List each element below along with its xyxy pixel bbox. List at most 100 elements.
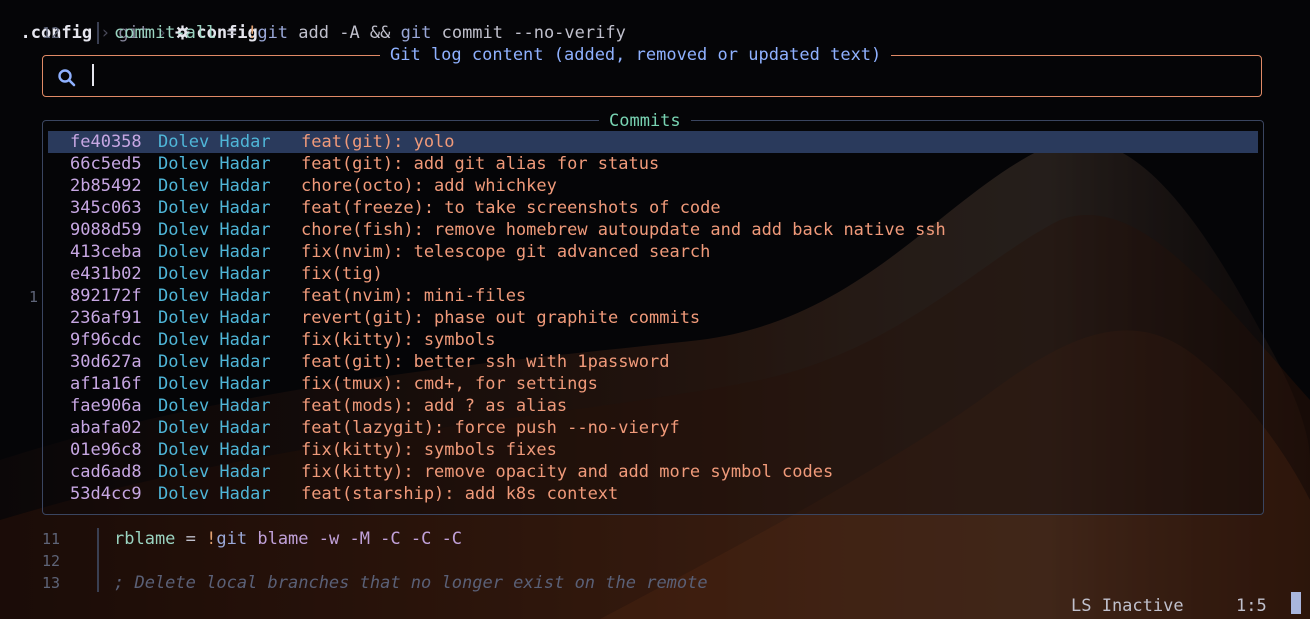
commit-author: Dolev Hadar [158, 374, 271, 394]
commit-hash: 01e96c8 [70, 440, 142, 460]
commit-row[interactable]: 9088d59 Dolev Hadar chore(fish): remove ho… [48, 219, 1258, 241]
line-number: 12 [41, 552, 60, 570]
line-number: 11 [41, 530, 60, 548]
commit-message: feat(mods): add ? as alias [301, 396, 568, 416]
commit-hash: fe40358 [70, 132, 142, 152]
lsp-status: LS Inactive [1071, 596, 1184, 616]
commit-message: fix(kitty): remove opacity and add more … [301, 462, 834, 482]
commit-author: Dolev Hadar [158, 242, 271, 262]
commit-hash: e431b02 [70, 264, 142, 284]
commit-message: feat(freeze): to take screenshots of cod… [301, 198, 721, 218]
commit-row[interactable]: af1a16f Dolev Hadar fix(tmux): cmd+, for s… [48, 373, 1258, 395]
commit-hash: 30d627a [70, 352, 142, 372]
commit-hash: 413ceba [70, 242, 142, 262]
code-comment[interactable]: ; Delete local branches that no longer e… [114, 572, 708, 594]
commit-row[interactable]: 236af91 Dolev Hadar revert(git): phase out… [48, 307, 1258, 329]
search-icon [58, 69, 76, 87]
commit-author: Dolev Hadar [158, 132, 271, 152]
commit-row[interactable]: 66c5ed5 Dolev Hadar feat(git): add git ali… [48, 153, 1258, 175]
code-bang: ! [247, 23, 258, 43]
commit-row[interactable]: 413ceba Dolev Hadar fix(nvim): telescope g… [48, 241, 1258, 263]
commit-row[interactable]: 2b85492 Dolev Hadar chore(octo): add which… [48, 175, 1258, 197]
line-number: 13 [41, 574, 60, 592]
commit-row[interactable]: fe40358 Dolev Hadar feat(git): yolo [48, 131, 1258, 153]
commit-row[interactable]: 9f96cdc Dolev Hadar fix(kitty): symbols [48, 329, 1258, 351]
code-line[interactable]: commit-all = !git add -A && git commit -… [114, 22, 626, 44]
commit-message: fix(kitty): symbols fixes [301, 440, 557, 460]
code-args: commit --no-verify [431, 23, 626, 43]
commit-author: Dolev Hadar [158, 220, 271, 240]
cursor-position: 1:5 [1236, 596, 1267, 616]
commit-hash: 2b85492 [70, 176, 142, 196]
commit-message: chore(fish): remove homebrew autoupdate … [301, 220, 946, 240]
commit-hash: af1a16f [70, 374, 142, 394]
code-line[interactable]: rblame = !git blame -w -M -C -C -C [114, 528, 462, 550]
commit-hash: 236af91 [70, 308, 142, 328]
commit-row[interactable]: e431b02 Dolev Hadar fix(tig) [48, 263, 1258, 285]
commit-message: fix(kitty): symbols [301, 330, 496, 350]
commit-author: Dolev Hadar [158, 418, 271, 438]
commit-message: revert(git): phase out graphite commits [301, 308, 701, 328]
commit-message: fix(tig) [301, 264, 383, 284]
commit-row[interactable]: abafa02 Dolev Hadar feat(lazygit): force p… [48, 417, 1258, 439]
code-op: = [216, 23, 248, 43]
commit-row[interactable]: 892172f Dolev Hadar feat(nvim): mini-files [48, 285, 1258, 307]
commit-author: Dolev Hadar [158, 462, 271, 482]
side-line-number: 1 [28, 288, 38, 306]
code-args: add -A && [288, 23, 401, 43]
code-op: = [175, 529, 207, 549]
commit-row[interactable]: 345c063 Dolev Hadar feat(freeze): to take … [48, 197, 1258, 219]
breadcrumb: .config › git › config [0, 0, 257, 43]
code-key: rblame [114, 529, 176, 549]
commit-row[interactable]: fae906a Dolev Hadar feat(mods): add ? as a… [48, 395, 1258, 417]
commit-message: feat(lazygit): force push --no-vieryf [301, 418, 680, 438]
commit-row[interactable]: 53d4cc9 Dolev Hadar feat(starship): add k8… [48, 483, 1258, 505]
commit-author: Dolev Hadar [158, 484, 271, 504]
commit-message: fix(nvim): telescope git advanced search [301, 242, 711, 262]
commit-hash: cad6ad8 [70, 462, 142, 482]
commit-author: Dolev Hadar [158, 352, 271, 372]
commit-author: Dolev Hadar [158, 396, 271, 416]
commit-hash: 9088d59 [70, 220, 142, 240]
code-cmd: git [400, 23, 432, 43]
code-key: commit-all [114, 23, 217, 43]
code-args: blame -w -M -C -C -C [247, 529, 463, 549]
indent-guide [97, 528, 99, 592]
commit-author: Dolev Hadar [158, 176, 271, 196]
commit-hash: abafa02 [70, 418, 142, 438]
commit-author: Dolev Hadar [158, 308, 271, 328]
commit-list: fe40358 Dolev Hadar feat(git): yolo 66c5ed5… [48, 131, 1258, 505]
search-title: Git log content (added, removed or updat… [380, 45, 892, 65]
commit-row[interactable]: cad6ad8 Dolev Hadar fix(kitty): remove opa… [48, 461, 1258, 483]
commit-message: feat(git): better ssh with 1password [301, 352, 670, 372]
commit-message: feat(nvim): mini-files [301, 286, 527, 306]
commits-title: Commits [599, 111, 691, 131]
code-cmd: git [216, 529, 248, 549]
commit-author: Dolev Hadar [158, 264, 271, 284]
commit-author: Dolev Hadar [158, 286, 271, 306]
commit-hash: 53d4cc9 [70, 484, 142, 504]
commit-author: Dolev Hadar [158, 198, 271, 218]
code-bang: ! [206, 529, 217, 549]
commit-row[interactable]: 30d627a Dolev Hadar feat(git): better ssh … [48, 351, 1258, 373]
commit-message: feat(git): yolo [301, 132, 455, 152]
commit-message: feat(git): add git alias for status [301, 154, 660, 174]
commit-hash: 345c063 [70, 198, 142, 218]
code-cmd: git [257, 23, 289, 43]
commit-hash: 66c5ed5 [70, 154, 142, 174]
commit-author: Dolev Hadar [158, 440, 271, 460]
commit-row[interactable]: 01e96c8 Dolev Hadar fix(kitty): symbols fi… [48, 439, 1258, 461]
commit-author: Dolev Hadar [158, 154, 271, 174]
block-cursor [1291, 592, 1301, 614]
text-cursor [92, 64, 94, 86]
commit-hash: fae906a [70, 396, 142, 416]
chevron-right-icon: › [100, 23, 111, 43]
commit-message: chore(octo): add whichkey [301, 176, 557, 196]
commit-author: Dolev Hadar [158, 330, 271, 350]
line-number: 12 [41, 24, 60, 42]
commit-message: fix(tmux): cmd+, for settings [301, 374, 598, 394]
commit-hash: 9f96cdc [70, 330, 142, 350]
commit-hash: 892172f [70, 286, 142, 306]
commit-message: feat(starship): add k8s context [301, 484, 619, 504]
indent-guide [97, 22, 99, 44]
